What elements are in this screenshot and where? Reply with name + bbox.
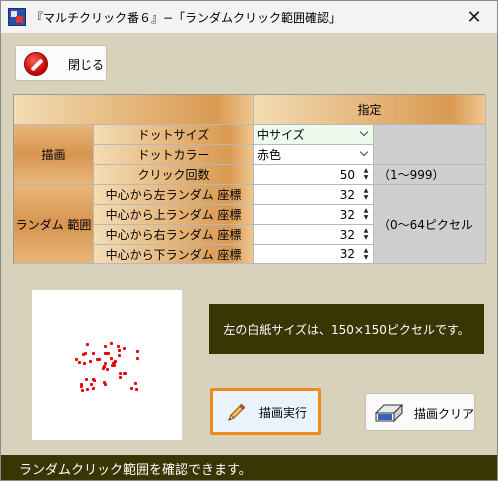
click-dot [104,382,108,386]
click-dot [80,388,84,392]
dot-color-select[interactable]: 赤色 [254,145,374,165]
note-blank [374,125,486,165]
click-dot [118,376,122,380]
row-label-down-range: 中心から下ランダム 座標 [94,245,254,264]
spin-arrows-icon: ▲ ▼ [363,187,369,201]
click-dot [117,344,121,348]
row-label-left-range: 中心から左ランダム 座標 [94,185,254,205]
dot-size-value: 中サイズ [257,128,305,142]
click-dot [95,358,99,362]
chevron-down-icon [359,128,369,138]
left-range-stepper[interactable]: 32 ▲ ▼ [254,185,374,205]
app-icon [8,8,26,26]
click-count-value: 50 [339,167,355,182]
click-count-stepper[interactable]: 50 ▲ ▼ [254,165,374,185]
click-dot [136,356,140,360]
click-dot [110,356,113,360]
click-dot [103,362,107,366]
close-button[interactable]: 閉じる [15,45,107,81]
click-dot [85,388,89,392]
pencil-icon [228,403,246,421]
click-dot [134,382,138,386]
right-range-stepper[interactable]: 32 ▲ ▼ [254,225,374,245]
click-dot [92,377,96,381]
range-note: （0～64ピクセル [374,185,486,264]
left-range-value: 32 [339,187,355,202]
info-box: 左の白紙サイズは、150×150ピクセルです。 [209,304,484,354]
row-label-right-range: 中心から右ランダム 座標 [94,225,254,245]
click-dot [122,371,126,375]
row-label-dot-color: ドットカラー [94,145,254,165]
click-dot [78,360,82,364]
up-range-value: 32 [339,207,355,222]
click-dot [103,364,107,368]
up-range-stepper[interactable]: 32 ▲ ▼ [254,205,374,225]
click-dot [112,363,116,367]
grid-header-spec: 指定 [254,95,486,125]
down-range-value: 32 [339,247,355,261]
close-button-label: 閉じる [68,58,105,72]
down-range-stepper[interactable]: 32 ▲ ▼ [254,245,374,264]
window-close-button[interactable]: ✕ [451,1,497,33]
click-dot [82,362,86,366]
click-dot [84,378,88,382]
click-dot [129,387,133,391]
click-dot [103,345,107,349]
clear-button[interactable]: 描画クリア [365,393,475,431]
right-range-value: 32 [339,227,355,242]
click-dot [101,367,105,371]
click-dot [118,372,122,376]
draw-button-label: 描画実行 [259,406,308,420]
click-dot [135,387,139,391]
no-entry-icon [24,52,48,76]
click-dot [117,354,121,358]
row-label-up-range: 中心から上ランダム 座標 [94,205,254,225]
app-window: 『マルチクリック番６』−「ランダムクリック範囲確認」 ✕ 閉じる 指定 描画 ラ… [0,0,498,481]
draw-button[interactable]: 描画実行 [210,388,321,435]
click-dot [110,342,114,346]
chevron-down-icon [359,148,369,158]
spin-arrows-icon: ▲ ▼ [363,227,369,241]
click-dot [90,383,94,387]
row-label-dot-size: ドットサイズ [94,125,254,145]
click-dot [83,351,87,355]
spin-arrows-icon: ▲ ▼ [363,207,369,221]
click-dot [122,347,126,351]
group-range-label: ランダム 範囲 [14,185,94,264]
group-draw-label: 描画 [14,125,94,185]
dot-color-value: 赤色 [257,148,282,162]
click-dot [106,367,110,371]
click-dot [86,343,90,347]
click-dot [118,348,121,352]
clear-button-label: 描画クリア [414,407,475,421]
spin-arrows-icon: ▲ ▼ [363,167,369,181]
status-bar: ランダムクリック範囲を確認できます。 [1,455,497,480]
preview-canvas [32,290,182,440]
settings-grid: 指定 描画 ランダム 範囲 ドットサイズ ドットカラー クリック回数 中心から左… [13,94,486,264]
eraser-icon [374,403,404,423]
click-dot [91,352,95,356]
grid-header-blank [14,95,254,125]
click-dot [136,350,140,354]
click-count-note: （1～999） [374,165,486,185]
row-label-click-count: クリック回数 [94,165,254,185]
title-bar: 『マルチクリック番６』−「ランダムクリック範囲確認」 ✕ [1,1,497,33]
spin-arrows-icon: ▲ ▼ [363,247,369,261]
click-dot [88,359,92,363]
click-dot [92,386,96,390]
window-title: 『マルチクリック番６』−「ランダムクリック範囲確認」 [31,11,342,25]
dot-size-select[interactable]: 中サイズ [254,125,374,145]
